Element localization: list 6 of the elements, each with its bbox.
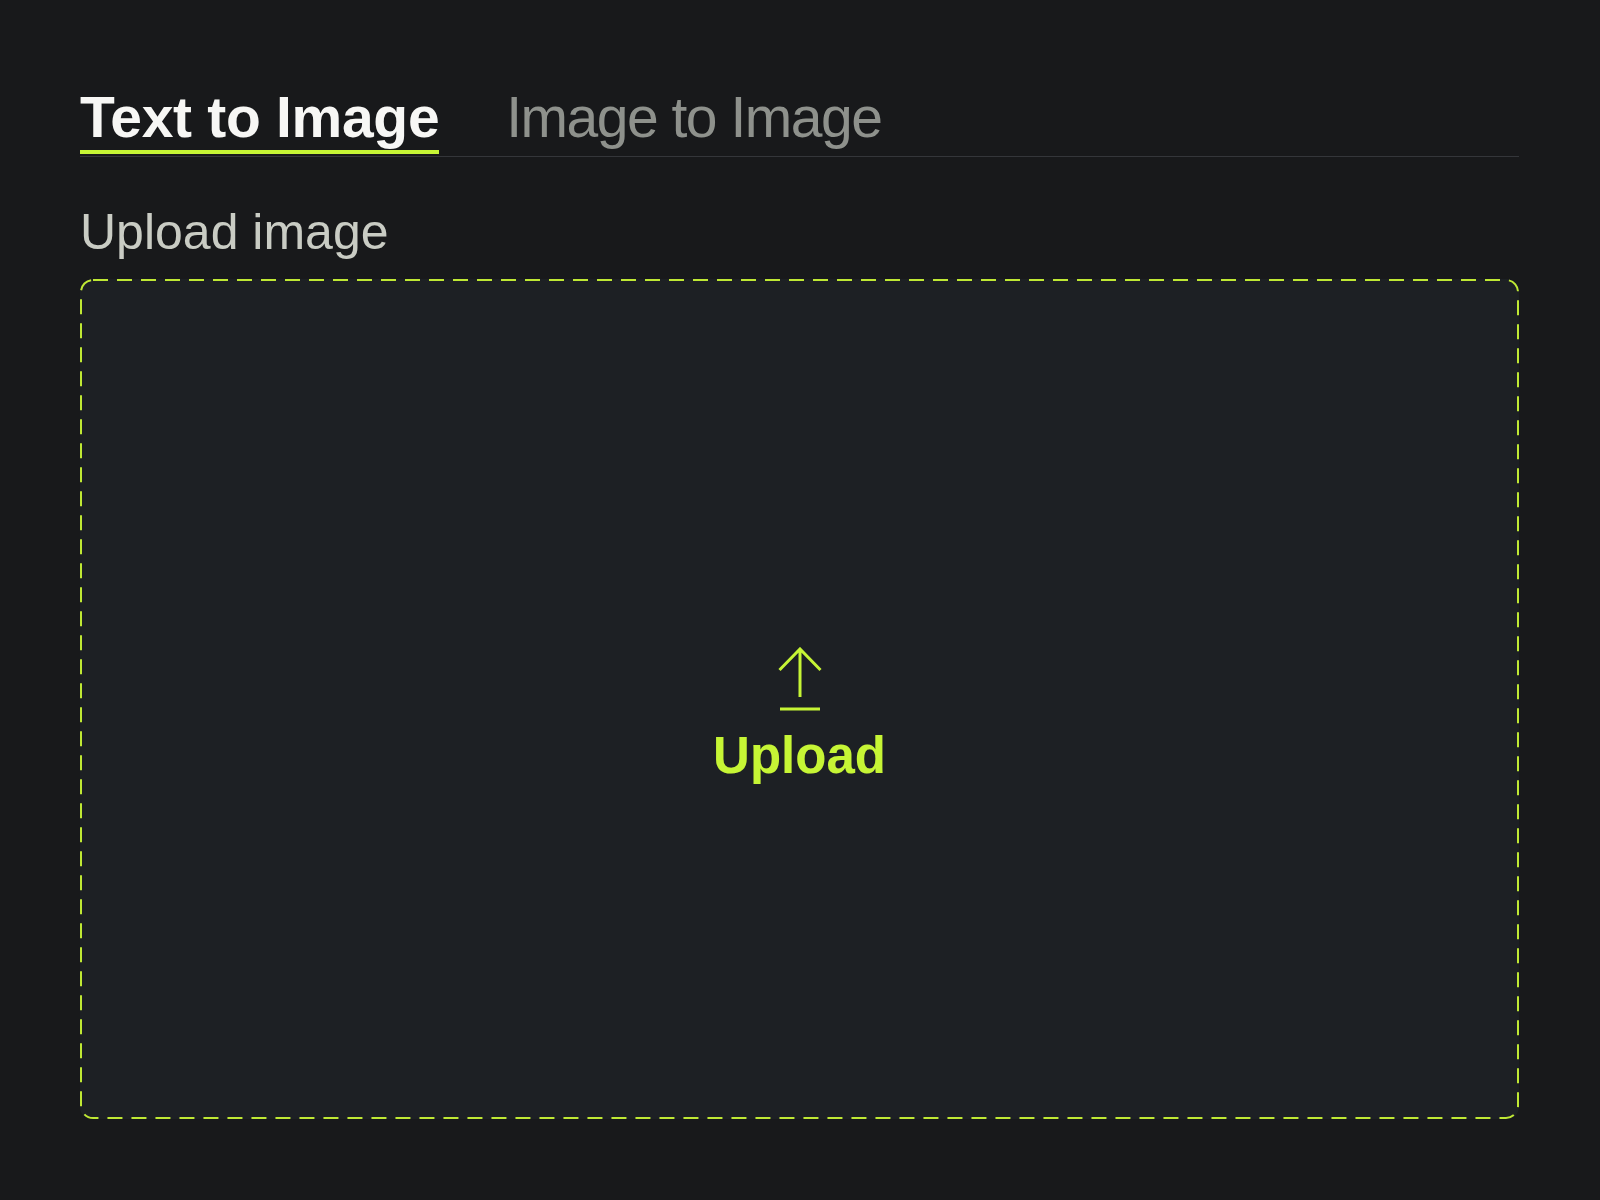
upload-dropzone[interactable]: Upload	[80, 279, 1519, 1119]
tab[interactable]: Image to Image	[506, 84, 882, 154]
upload-text: Upload	[713, 727, 886, 785]
tab[interactable]: Text to Image	[80, 84, 440, 154]
upload-icon	[777, 647, 822, 711]
field-label: Upload image	[80, 203, 389, 261]
